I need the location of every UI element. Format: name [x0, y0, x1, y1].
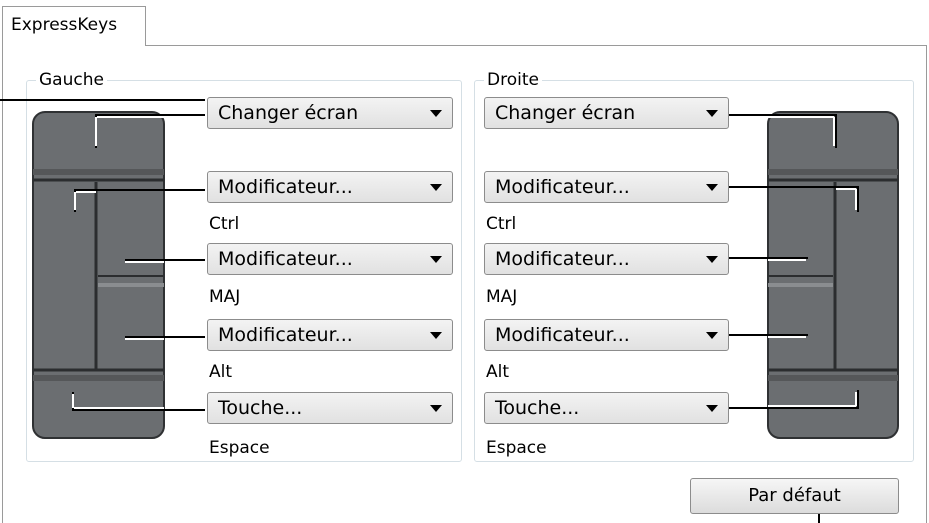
right-dropdown-5-sublabel: Espace [486, 438, 547, 458]
left-dropdown-2-sublabel: Ctrl [209, 214, 240, 234]
left-dropdown-5-value: Touche... [218, 397, 303, 419]
right-dropdown-5[interactable]: Touche... [484, 392, 729, 424]
left-dropdown-3-sublabel: MAJ [209, 287, 241, 307]
left-dropdown-4[interactable]: Modificateur... [207, 319, 453, 351]
chevron-down-icon [430, 256, 442, 263]
right-dropdown-2-sublabel: Ctrl [486, 214, 517, 234]
left-dropdown-4-value: Modificateur... [218, 324, 353, 346]
left-dropdown-3[interactable]: Modificateur... [207, 243, 453, 275]
right-dropdown-4-sublabel: Alt [486, 362, 510, 382]
right-dropdown-3[interactable]: Modificateur... [484, 243, 729, 275]
left-keys-strip [32, 111, 165, 439]
chevron-down-icon [706, 332, 718, 339]
right-dropdown-1-value: Changer écran [495, 102, 636, 124]
left-dropdown-5-sublabel: Espace [209, 438, 270, 458]
left-dropdown-5[interactable]: Touche... [207, 392, 453, 424]
left-dropdown-4-sublabel: Alt [209, 362, 233, 382]
chevron-down-icon [430, 184, 442, 191]
chevron-down-icon [706, 256, 718, 263]
right-dropdown-3-value: Modificateur... [495, 248, 630, 270]
right-dropdown-4-value: Modificateur... [495, 324, 630, 346]
right-dropdown-2[interactable]: Modificateur... [484, 171, 729, 203]
default-button[interactable]: Par défaut [690, 478, 899, 514]
right-dropdown-4[interactable]: Modificateur... [484, 319, 729, 351]
tab-expresskeys[interactable]: ExpressKeys [2, 6, 146, 46]
chevron-down-icon [706, 110, 718, 117]
right-keys-strip [767, 111, 899, 439]
right-dropdown-1[interactable]: Changer écran [484, 97, 729, 129]
chevron-down-icon [430, 332, 442, 339]
chevron-down-icon [706, 184, 718, 191]
right-dropdown-3-sublabel: MAJ [486, 287, 518, 307]
left-dropdown-1[interactable]: Changer écran [207, 97, 453, 129]
right-dropdown-5-value: Touche... [495, 397, 580, 419]
left-dropdown-3-value: Modificateur... [218, 248, 353, 270]
right-dropdown-2-value: Modificateur... [495, 176, 630, 198]
left-dropdown-1-value: Changer écran [218, 102, 359, 124]
tab-label: ExpressKeys [11, 15, 118, 35]
left-dropdown-2-value: Modificateur... [218, 176, 353, 198]
expresskeys-diagram [0, 99, 899, 523]
chevron-down-icon [430, 110, 442, 117]
chevron-down-icon [430, 405, 442, 412]
chevron-down-icon [706, 405, 718, 412]
left-dropdown-2[interactable]: Modificateur... [207, 171, 453, 203]
